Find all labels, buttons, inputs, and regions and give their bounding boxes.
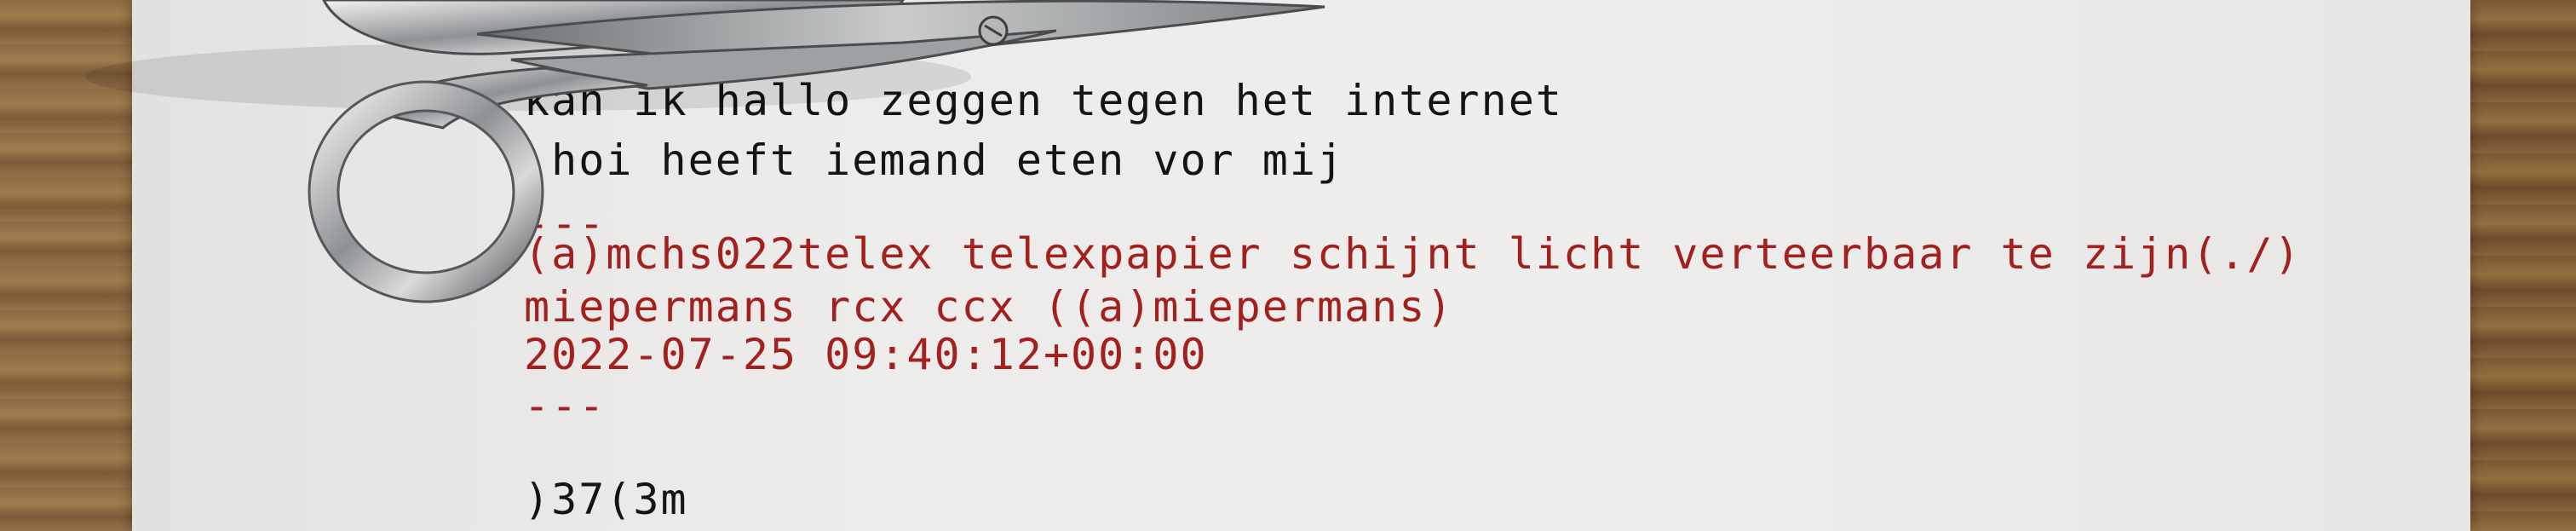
printout-separator-2: --- <box>524 381 607 430</box>
telex-paper: 2022-0 -25 09: kan ik hallo zeggen tegen… <box>132 0 2470 531</box>
wooden-table-right <box>2467 0 2576 531</box>
printout-line-2: hoi heeft iemand eten vor mij <box>524 136 1345 185</box>
printout-line-4: (a)mchs022telex telexpapier schijnt lich… <box>524 229 2302 279</box>
printout-line-5: miepermans rcx ccx ((a)miepermans) <box>524 282 1454 332</box>
wooden-table-left <box>0 0 136 531</box>
printout-line-8: )37(3m <box>524 475 688 524</box>
printout-timestamp: 2022-07-25 09:40:12+00:00 <box>524 330 1208 379</box>
printout-line-1: kan ik hallo zeggen tegen het internet <box>524 76 1563 125</box>
printout-top-partial-line: 2022-0 -25 09: <box>524 0 906 15</box>
